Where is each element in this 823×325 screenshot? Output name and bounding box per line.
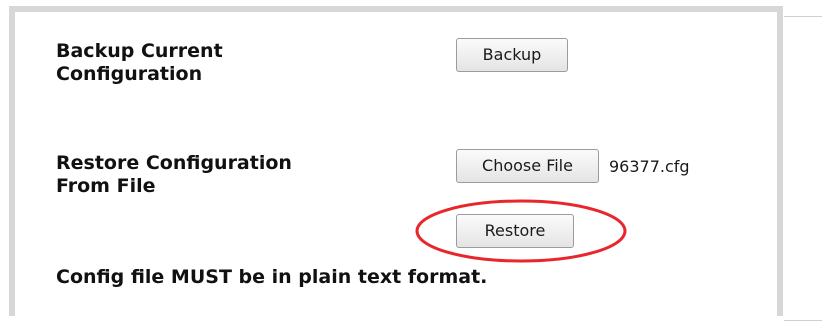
backup-label-line1: Backup Current [56, 40, 223, 62]
backup-button[interactable]: Backup [456, 38, 568, 72]
divider-line-top [784, 16, 822, 17]
restore-label-line1: Restore Configuration [56, 152, 292, 174]
restore-label: Restore Configuration From File [56, 152, 292, 198]
choose-file-button[interactable]: Choose File [456, 149, 599, 183]
config-format-note: Config file MUST be in plain text format… [56, 266, 488, 288]
annotation-ellipse [415, 199, 627, 263]
divider-line-bottom [784, 320, 822, 321]
screenshot-canvas: Backup Current Configuration Backup Rest… [0, 0, 823, 325]
selected-file-name: 96377.cfg [609, 157, 690, 176]
restore-label-line2: From File [56, 175, 156, 197]
backup-label: Backup Current Configuration [56, 40, 223, 86]
backup-label-line2: Configuration [56, 63, 203, 85]
annotation-circle [415, 199, 627, 263]
